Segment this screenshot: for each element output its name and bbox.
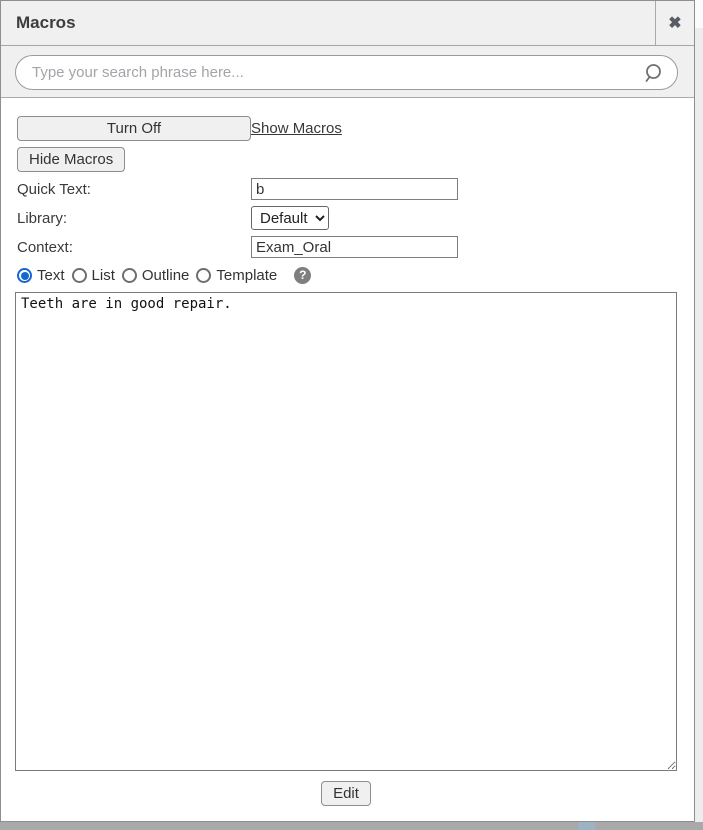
edit-button[interactable]: Edit: [321, 781, 371, 806]
radio-label: Text: [37, 267, 65, 284]
radio-icon[interactable]: [196, 268, 211, 283]
type-radio-group: Text List Outline Template: [17, 267, 284, 284]
type-selector-row: Text List Outline Template ?: [17, 267, 680, 284]
background-page-right: [695, 0, 703, 822]
quick-text-input[interactable]: [251, 178, 458, 200]
context-input[interactable]: [251, 236, 458, 258]
radio-option-outline[interactable]: Outline: [122, 267, 190, 284]
radio-icon[interactable]: [17, 268, 32, 283]
macro-content-textarea[interactable]: Teeth are in good repair.: [15, 292, 677, 771]
macros-dialog: Macros ✖ Turn Off Show Macros Hide Macro…: [0, 0, 695, 822]
quick-text-row: Quick Text:: [17, 178, 680, 200]
radio-label: Template: [216, 267, 277, 284]
radio-option-text[interactable]: Text: [17, 267, 65, 284]
quick-text-label: Quick Text:: [17, 181, 251, 198]
help-icon[interactable]: ?: [294, 267, 311, 284]
close-button[interactable]: ✖: [655, 1, 694, 45]
dialog-titlebar: Macros ✖: [1, 1, 694, 46]
library-select[interactable]: Default: [251, 206, 329, 230]
toolbar-row-2: Hide Macros: [17, 147, 680, 172]
close-icon: ✖: [668, 13, 681, 33]
radio-label: List: [92, 267, 115, 284]
search-icon[interactable]: [642, 62, 664, 84]
context-row: Context:: [17, 236, 680, 258]
search-pill: [15, 55, 678, 90]
show-macros-link[interactable]: Show Macros: [251, 120, 680, 137]
radio-icon[interactable]: [122, 268, 137, 283]
hide-macros-button[interactable]: Hide Macros: [17, 147, 125, 172]
background-page-bottom: [0, 822, 703, 830]
library-label: Library:: [17, 210, 251, 227]
edit-button-row: Edit: [15, 781, 677, 806]
dialog-title: Macros: [1, 1, 655, 45]
background-scrollbar-thumb: [578, 822, 595, 830]
radio-option-template[interactable]: Template: [196, 267, 277, 284]
radio-option-list[interactable]: List: [72, 267, 115, 284]
turn-off-button[interactable]: Turn Off: [17, 116, 251, 141]
library-row: Library: Default: [17, 206, 680, 230]
search-input[interactable]: [32, 64, 634, 81]
toolbar-row-1: Turn Off Show Macros: [17, 116, 680, 141]
context-label: Context:: [17, 239, 251, 256]
radio-icon[interactable]: [72, 268, 87, 283]
dialog-content: Turn Off Show Macros Hide Macros Quick T…: [1, 98, 694, 806]
search-bar: [1, 46, 694, 98]
radio-label: Outline: [142, 267, 190, 284]
screen: Macros ✖ Turn Off Show Macros Hide Macro…: [0, 0, 703, 830]
